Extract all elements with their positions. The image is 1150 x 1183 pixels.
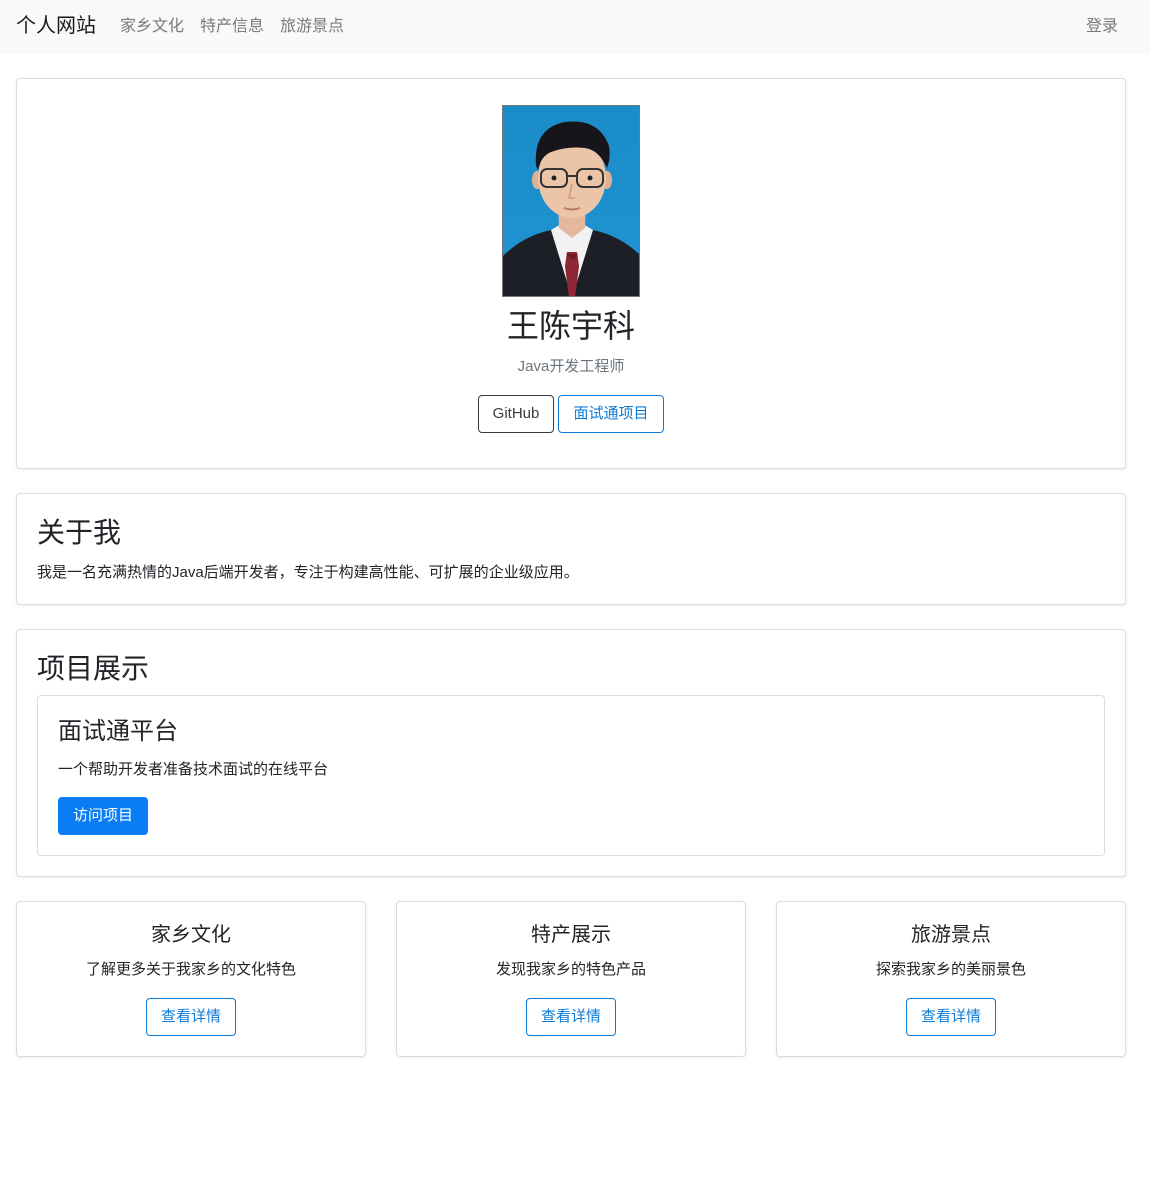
project-desc: 一个帮助开发者准备技术面试的在线平台	[58, 761, 329, 778]
github-button[interactable]: GitHub	[478, 395, 554, 433]
view-details-button[interactable]: 查看详情	[906, 998, 996, 1036]
nav-link-specialties[interactable]: 特产信息	[200, 16, 264, 38]
about-text: 我是一名充满热情的Java后端开发者，专注于构建高性能、可扩展的企业级应用。	[37, 564, 579, 581]
feature-title: 特产展示	[531, 924, 611, 946]
view-details-button[interactable]: 查看详情	[526, 998, 616, 1036]
about-card: 关于我 我是一名充满热情的Java后端开发者，专注于构建高性能、可扩展的企业级应…	[16, 493, 1126, 605]
project-item: 面试通平台 一个帮助开发者准备技术面试的在线平台 访问项目	[37, 695, 1105, 856]
profile-title: Java开发工程师	[517, 358, 625, 375]
feature-desc: 发现我家乡的特色产品	[495, 961, 646, 978]
feature-card-specialties: 特产展示 发现我家乡的特色产品 查看详情	[396, 901, 746, 1057]
projects-card: 项目展示 面试通平台 一个帮助开发者准备技术面试的在线平台 访问项目	[16, 629, 1126, 877]
interview-project-button[interactable]: 面试通项目	[558, 395, 664, 433]
nav-link-hometown-culture[interactable]: 家乡文化	[120, 16, 184, 38]
profile-card: 王陈宇科 Java开发工程师 GitHub 面试通项目	[16, 78, 1126, 469]
feature-desc: 探索我家乡的美丽景色	[875, 961, 1026, 978]
projects-heading: 项目展示	[37, 653, 150, 684]
visit-project-button[interactable]: 访问项目	[58, 797, 148, 835]
feature-card-tourism: 旅游景点 探索我家乡的美丽景色 查看详情	[776, 901, 1126, 1057]
nav-link-tourist-spots[interactable]: 旅游景点	[280, 16, 344, 38]
navbar-brand[interactable]: 个人网站	[16, 13, 96, 39]
about-heading: 关于我	[37, 517, 122, 548]
profile-photo-image	[503, 106, 639, 296]
profile-name: 王陈宇科	[506, 308, 635, 344]
project-title: 面试通平台	[58, 718, 178, 745]
view-details-button[interactable]: 查看详情	[146, 998, 236, 1036]
login-link[interactable]: 登录	[1086, 16, 1118, 38]
profile-photo	[502, 105, 640, 297]
feature-title: 家乡文化	[151, 924, 231, 946]
feature-desc: 了解更多关于我家乡的文化特色	[85, 961, 296, 978]
feature-title: 旅游景点	[911, 924, 991, 946]
navbar: 个人网站 家乡文化 特产信息 旅游景点 登录	[0, 0, 1150, 54]
feature-card-culture: 家乡文化 了解更多关于我家乡的文化特色 查看详情	[16, 901, 366, 1057]
